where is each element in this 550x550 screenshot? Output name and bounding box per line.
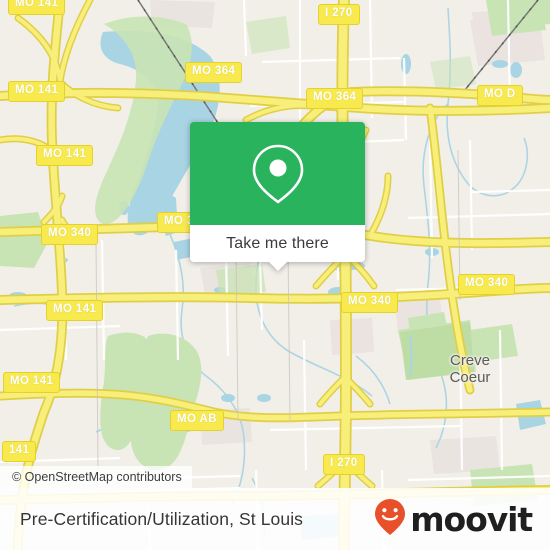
take-me-there-label: Take me there (226, 234, 329, 252)
road-shield-mo141-lower: MO 141 (46, 300, 104, 321)
location-callout-card[interactable]: Take me there (190, 122, 365, 271)
road-shield-i270-top: I 270 (318, 4, 360, 25)
callout-pin-area (190, 122, 365, 225)
bottom-bar: Pre-Certification/Utilization, St Louis … (0, 488, 550, 550)
road-shield-mo340-center: MO 340 (341, 292, 399, 313)
map-pin-icon (248, 140, 308, 208)
map-screenshot-root: MO 141 MO 364 I 270 MO 364 MO D MO 141 M… (0, 0, 550, 550)
road-shield-i270-bottom: I 270 (323, 454, 365, 475)
moovit-wordmark: moovit (410, 499, 533, 539)
road-shield-mo141-upper: MO 141 (8, 81, 66, 102)
road-shield-moab: MO AB (170, 410, 224, 431)
road-shield-mo141-mid: MO 141 (36, 145, 94, 166)
map-attribution[interactable]: © OpenStreetMap contributors (0, 466, 192, 488)
road-shield-mod: MO D (477, 85, 523, 106)
moovit-logo[interactable]: moovit (373, 497, 533, 542)
road-shield-mo340-right: MO 340 (458, 274, 516, 295)
road-shield-141-edge: 141 (2, 441, 37, 462)
attribution-text: © OpenStreetMap contributors (12, 470, 182, 484)
place-label-creve-coeur: Creve Coeur (449, 352, 491, 386)
callout-pointer-tail (268, 262, 287, 271)
road-shield-mo141-bottom: MO 141 (3, 372, 61, 393)
moovit-smiley-pin-icon (373, 497, 407, 542)
road-shield-mo364-upperleft: MO 364 (185, 62, 243, 83)
page-title: Pre-Certification/Utilization, St Louis (20, 508, 304, 529)
road-shield-mo141-top: MO 141 (8, 0, 66, 15)
take-me-there-button[interactable]: Take me there (190, 225, 365, 271)
road-shield-mo364-upperright: MO 364 (306, 88, 364, 109)
road-shield-mo340-left: MO 340 (41, 224, 99, 245)
